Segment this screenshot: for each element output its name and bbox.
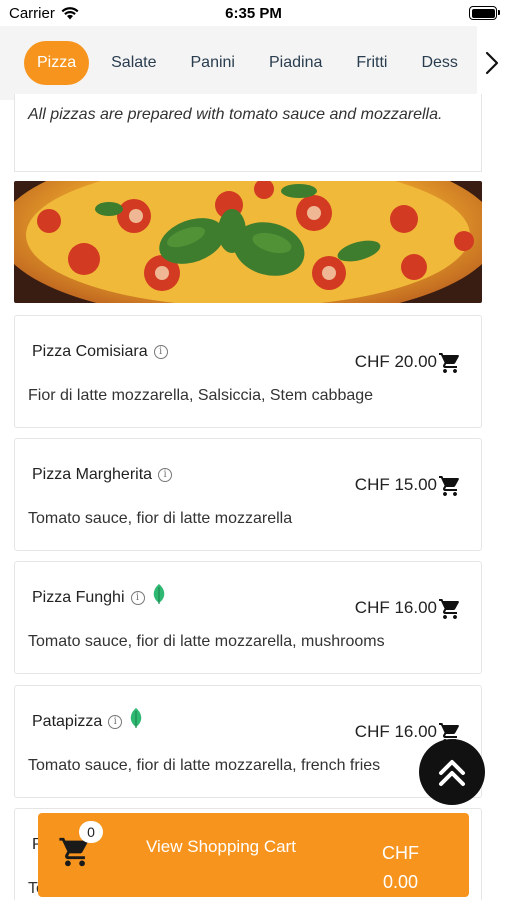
item-description: Tomato sauce, fior di latte mozzarella, … <box>28 633 385 650</box>
vegetarian-leaf-icon <box>131 708 142 728</box>
chevron-right-icon <box>485 51 499 75</box>
info-icon[interactable]: i <box>153 345 168 359</box>
add-to-cart-icon[interactable] <box>438 597 462 621</box>
add-to-cart-icon[interactable] <box>438 474 462 498</box>
info-icon[interactable]: i <box>108 715 123 729</box>
item-name-row: Pizza Comisiara i <box>32 343 168 361</box>
category-tabs: Pizza Salate Panini Piadina Fritti Dess <box>24 41 480 85</box>
vegetarian-leaf-icon <box>153 584 164 604</box>
item-name-row: Pizza Margherita i <box>32 466 173 484</box>
cart-total-amount: 0.00 <box>382 872 419 892</box>
battery-icon <box>469 6 500 20</box>
item-description: Tomato sauce, fior di latte mozzarella <box>28 510 293 527</box>
item-price: CHF 16.00 <box>354 722 437 741</box>
tab-piadina[interactable]: Piadina <box>257 41 334 85</box>
item-price: CHF 20.00 <box>354 352 437 371</box>
tab-panini[interactable]: Panini <box>179 41 247 85</box>
status-bar: Carrier 6:35 PM <box>0 0 507 26</box>
item-name: Pizza Margherita <box>32 466 153 483</box>
item-price: CHF 16.00 <box>354 598 437 617</box>
info-icon[interactable]: i <box>130 591 145 605</box>
tab-dessert[interactable]: Dess <box>409 41 469 85</box>
menu-item[interactable]: Pizza Comisiara i CHF 20.00 Fior di latt… <box>14 315 482 428</box>
scroll-to-top-button[interactable] <box>419 739 485 805</box>
item-name: Pizza Funghi <box>32 589 125 606</box>
item-description: Fior di latte mozzarella, Salsiccia, Ste… <box>28 387 374 404</box>
tabs-next-button[interactable] <box>477 26 507 100</box>
item-name-row: Pizza Funghi i <box>32 584 167 607</box>
view-cart-bar[interactable]: 0 View Shopping Cart CHF 0.00 <box>38 813 469 897</box>
double-chevron-up-icon <box>439 760 465 786</box>
tab-fritti[interactable]: Fritti <box>344 41 399 85</box>
clock: 6:35 PM <box>225 5 282 22</box>
category-tab-bar: Pizza Salate Panini Piadina Fritti Dess <box>0 26 507 100</box>
section-note: All pizzas are prepared with tomato sauc… <box>14 94 482 172</box>
item-description: Tomato sauce, fior di latte mozzarella, … <box>28 757 381 774</box>
menu-item[interactable]: Pizza Margherita i CHF 15.00 Tomato sauc… <box>14 438 482 551</box>
cart-count-badge: 0 <box>79 821 103 843</box>
cart-currency: CHF <box>382 843 419 863</box>
item-name-row: Patapizza i <box>32 708 144 731</box>
menu-item[interactable]: Pizza Funghi i CHF 16.00 Tomato sauce, f… <box>14 561 482 674</box>
item-price: CHF 15.00 <box>354 475 437 494</box>
tab-salate[interactable]: Salate <box>99 41 168 85</box>
view-cart-label: View Shopping Cart <box>146 837 296 856</box>
pizza-hero-image <box>14 181 482 303</box>
info-icon[interactable]: i <box>158 468 173 482</box>
cart-total: CHF 0.00 <box>378 839 423 897</box>
item-name: Pizza Comisiara <box>32 343 148 360</box>
add-to-cart-icon[interactable] <box>438 351 462 375</box>
item-name: Patapizza <box>32 713 103 730</box>
menu-item[interactable]: Patapizza i CHF 16.00 Tomato sauce, fior… <box>14 685 482 798</box>
tab-pizza[interactable]: Pizza <box>24 41 90 85</box>
